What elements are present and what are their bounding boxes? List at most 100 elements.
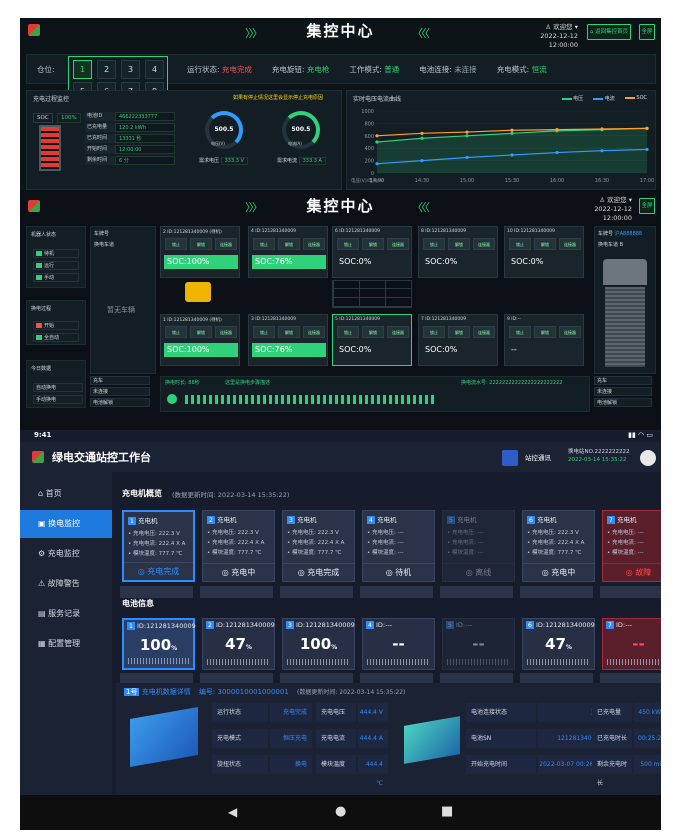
battery-card-title: 6 ID:121281340009	[526, 621, 595, 629]
lock-icon[interactable]: 锁止	[165, 238, 187, 250]
data-point	[465, 130, 469, 134]
unlock-icon[interactable]: 解锁	[190, 238, 212, 250]
battery-slot-card[interactable]: 8 ID:121281340009 锁止 解锁 连接器 SOC:0%	[418, 226, 498, 278]
battery-slot-card[interactable]: 6 ID:121281340009 锁止 解锁 连接器 SOC:0%	[332, 226, 412, 278]
home-button[interactable]: ⌂ 返回集控首页	[587, 24, 631, 40]
battery-card[interactable]: 4 ID:--- --	[362, 618, 435, 670]
connector-icon[interactable]: 连接器	[473, 326, 495, 338]
slot-2[interactable]: 2	[97, 60, 116, 79]
battery-card[interactable]: 1 ID:121281340009 100%	[122, 618, 196, 670]
avatar[interactable]	[640, 450, 656, 466]
lock-icon[interactable]: 锁止	[337, 238, 359, 250]
connector-icon[interactable]: 连接器	[303, 238, 325, 250]
robot-running[interactable]: 运行	[33, 261, 79, 270]
charger-card[interactable]: 4 充电机 • 充电电压: --- • 充电电流: --- • 模块温度: --- ◎ 待…	[362, 510, 435, 582]
data-point	[375, 162, 379, 166]
station-comm-button[interactable]: 站控通讯	[525, 452, 551, 462]
connector-icon[interactable]: 连接器	[387, 238, 409, 250]
connector-icon[interactable]: 连接器	[215, 238, 237, 250]
charger-card[interactable]: 2 充电机 • 充电电压: 222.3 V • 充电电流: 222.4 X A • 模块…	[202, 510, 275, 582]
lock-icon[interactable]: 锁止	[253, 326, 275, 338]
charger-card[interactable]: 7 充电机 • 充电电压: --- • 充电电流: --- • 模块温度: --- ◎ 故…	[602, 510, 661, 582]
slot-4[interactable]: 4	[145, 60, 164, 79]
unlock-icon[interactable]: 解锁	[362, 326, 384, 338]
user-menu[interactable]: ♙ 欢迎您 ▾	[570, 196, 632, 205]
slot-label: 仓位:	[37, 65, 55, 74]
unlock-icon[interactable]: 解锁	[534, 238, 556, 250]
battery-slot-card[interactable]: 1 ID:121281340009 (待机) 锁止 解锁 连接器 SOC:100%	[160, 314, 240, 366]
connector-icon[interactable]: 连接器	[387, 326, 409, 338]
lock-icon[interactable]: 锁止	[509, 238, 531, 250]
slot-card-icons: 锁止 解锁 连接器	[337, 326, 409, 338]
unlock-icon[interactable]: 解锁	[448, 238, 470, 250]
nav-config[interactable]: ▦ 配置管理	[20, 630, 112, 658]
slot-3[interactable]: 3	[121, 60, 140, 79]
charger-card[interactable]: 1 充电机 • 充电电压: 222.3 V • 充电电流: 222.4 X A • 模块…	[122, 510, 195, 582]
unlock-icon[interactable]: 解锁	[448, 326, 470, 338]
lock-icon[interactable]: 锁止	[509, 326, 531, 338]
warning-icon: ⚠	[38, 579, 46, 588]
data-point	[555, 150, 559, 155]
battery-slot-card[interactable]: 5 ID:121281340009 锁止 解锁 连接器 SOC:0%	[332, 314, 412, 366]
fullscreen-button[interactable]: 全屏	[639, 198, 655, 214]
slot-card-header: 7 ID:121281340009	[421, 317, 466, 322]
battery-card[interactable]: 2 ID:121281340009 47%	[202, 618, 275, 670]
soc-label: SOC	[33, 113, 53, 123]
unlock-icon[interactable]: 解锁	[190, 326, 212, 338]
unlock-icon[interactable]: 解锁	[534, 326, 556, 338]
battery-slot-card[interactable]: 3 ID:121281340009 锁止 解锁 连接器 SOC:76%	[248, 314, 328, 366]
swap-auto-button[interactable]: 全自动	[33, 333, 79, 342]
battery-card[interactable]: 3 ID:121281340009 100%	[282, 618, 355, 670]
battery-card[interactable]: 6 ID:121281340009 47%	[522, 618, 595, 670]
detail-header: 1号 充电机数据详情 编号: 3000010001000001 (数据更新时间:…	[124, 688, 406, 696]
connector-icon[interactable]: 连接器	[303, 326, 325, 338]
charger-card[interactable]: 3 充电机 • 充电电压: 222.3 V • 充电电流: 222.4 X A • 模块…	[282, 510, 355, 582]
battery-slot-card[interactable]: 9 ID:-- 锁止 解锁 连接器 --	[504, 314, 584, 366]
battery-slot-card[interactable]: 4 ID:121281340009 锁止 解锁 连接器 SOC:76%	[248, 226, 328, 278]
charger-current: • 充电电流: 222.4 X A	[527, 540, 585, 546]
battery-card[interactable]: 5 ID:--- --	[442, 618, 515, 670]
unlock-icon[interactable]: 解锁	[278, 326, 300, 338]
nav-charge-monitor[interactable]: ⚙ 充电监控	[20, 540, 112, 568]
lock-icon[interactable]: 锁止	[337, 326, 359, 338]
connector-icon[interactable]: 连接器	[559, 326, 581, 338]
connector-icon[interactable]: 连接器	[473, 238, 495, 250]
back-icon[interactable]: ◀	[228, 805, 237, 819]
nav-fault-warning[interactable]: ⚠ 故障警告	[20, 570, 112, 598]
connector-icon[interactable]: 连接器	[559, 238, 581, 250]
recents-icon[interactable]: ■	[441, 804, 453, 819]
battery-slot-card[interactable]: 7 ID:121281340009 锁止 解锁 连接器 SOC:0%	[418, 314, 498, 366]
lock-icon[interactable]: 锁止	[423, 326, 445, 338]
y-tick-label: 1000	[361, 109, 374, 115]
slot-1[interactable]: 1	[73, 60, 92, 79]
lock-icon[interactable]: 锁止	[165, 326, 187, 338]
swap-serial: 换电流水号: 22222222222222222222222	[461, 380, 563, 386]
current-gauge-unit: 电流(A)	[288, 141, 302, 146]
battery-slot-card[interactable]: 10 ID:121281340009 锁止 解锁 连接器 SOC:0%	[504, 226, 584, 278]
user-menu[interactable]: ♙ 欢迎您 ▾	[510, 23, 578, 32]
charger-card[interactable]: 5 充电机 • 充电电压: --- • 充电电流: --- • 模块温度: --- ◎ 离…	[442, 510, 515, 582]
lock-icon[interactable]: 锁止	[253, 238, 275, 250]
robot-manual[interactable]: 手动	[33, 273, 79, 282]
fullscreen-button[interactable]: 全屏	[639, 24, 655, 40]
bottom-left-status: 充车 未连接 电池解锁	[90, 376, 156, 407]
robot-standby[interactable]: 待机	[33, 249, 79, 258]
detail-row: 运行状态 充电完成	[212, 703, 312, 722]
slot-card-icons: 锁止 解锁 连接器	[165, 326, 237, 338]
slot-card-icons: 锁止 解锁 连接器	[509, 326, 581, 338]
battery-slot-card[interactable]: 2 ID:121281340009 (待机) 锁止 解锁 连接器 SOC:100%	[160, 226, 240, 278]
connector-icon[interactable]: 连接器	[215, 326, 237, 338]
nav-home[interactable]: ⌂ 首页	[20, 480, 112, 508]
nav-swap-monitor[interactable]: ▣ 换电监控	[20, 510, 112, 538]
unlock-icon[interactable]: 解锁	[362, 238, 384, 250]
chevron-right-deco-icon: 〈〈〈	[412, 27, 430, 40]
battery-card[interactable]: 7 ID:--- --	[602, 618, 661, 670]
home-circle-icon[interactable]: ●	[335, 804, 346, 819]
swap-start-button[interactable]: 开始	[33, 321, 79, 330]
charger-card[interactable]: 6 充电机 • 充电电压: 222.3 V • 充电电流: 222.4 X A • 模块…	[522, 510, 595, 582]
nav-service-record[interactable]: ▤ 服务记录	[20, 600, 112, 628]
unlock-icon[interactable]: 解锁	[278, 238, 300, 250]
swap-process-panel: 换电过程 开始 全自动	[26, 300, 86, 345]
chevron-right-deco-icon: 〈〈〈	[412, 201, 430, 214]
lock-icon[interactable]: 锁止	[423, 238, 445, 250]
